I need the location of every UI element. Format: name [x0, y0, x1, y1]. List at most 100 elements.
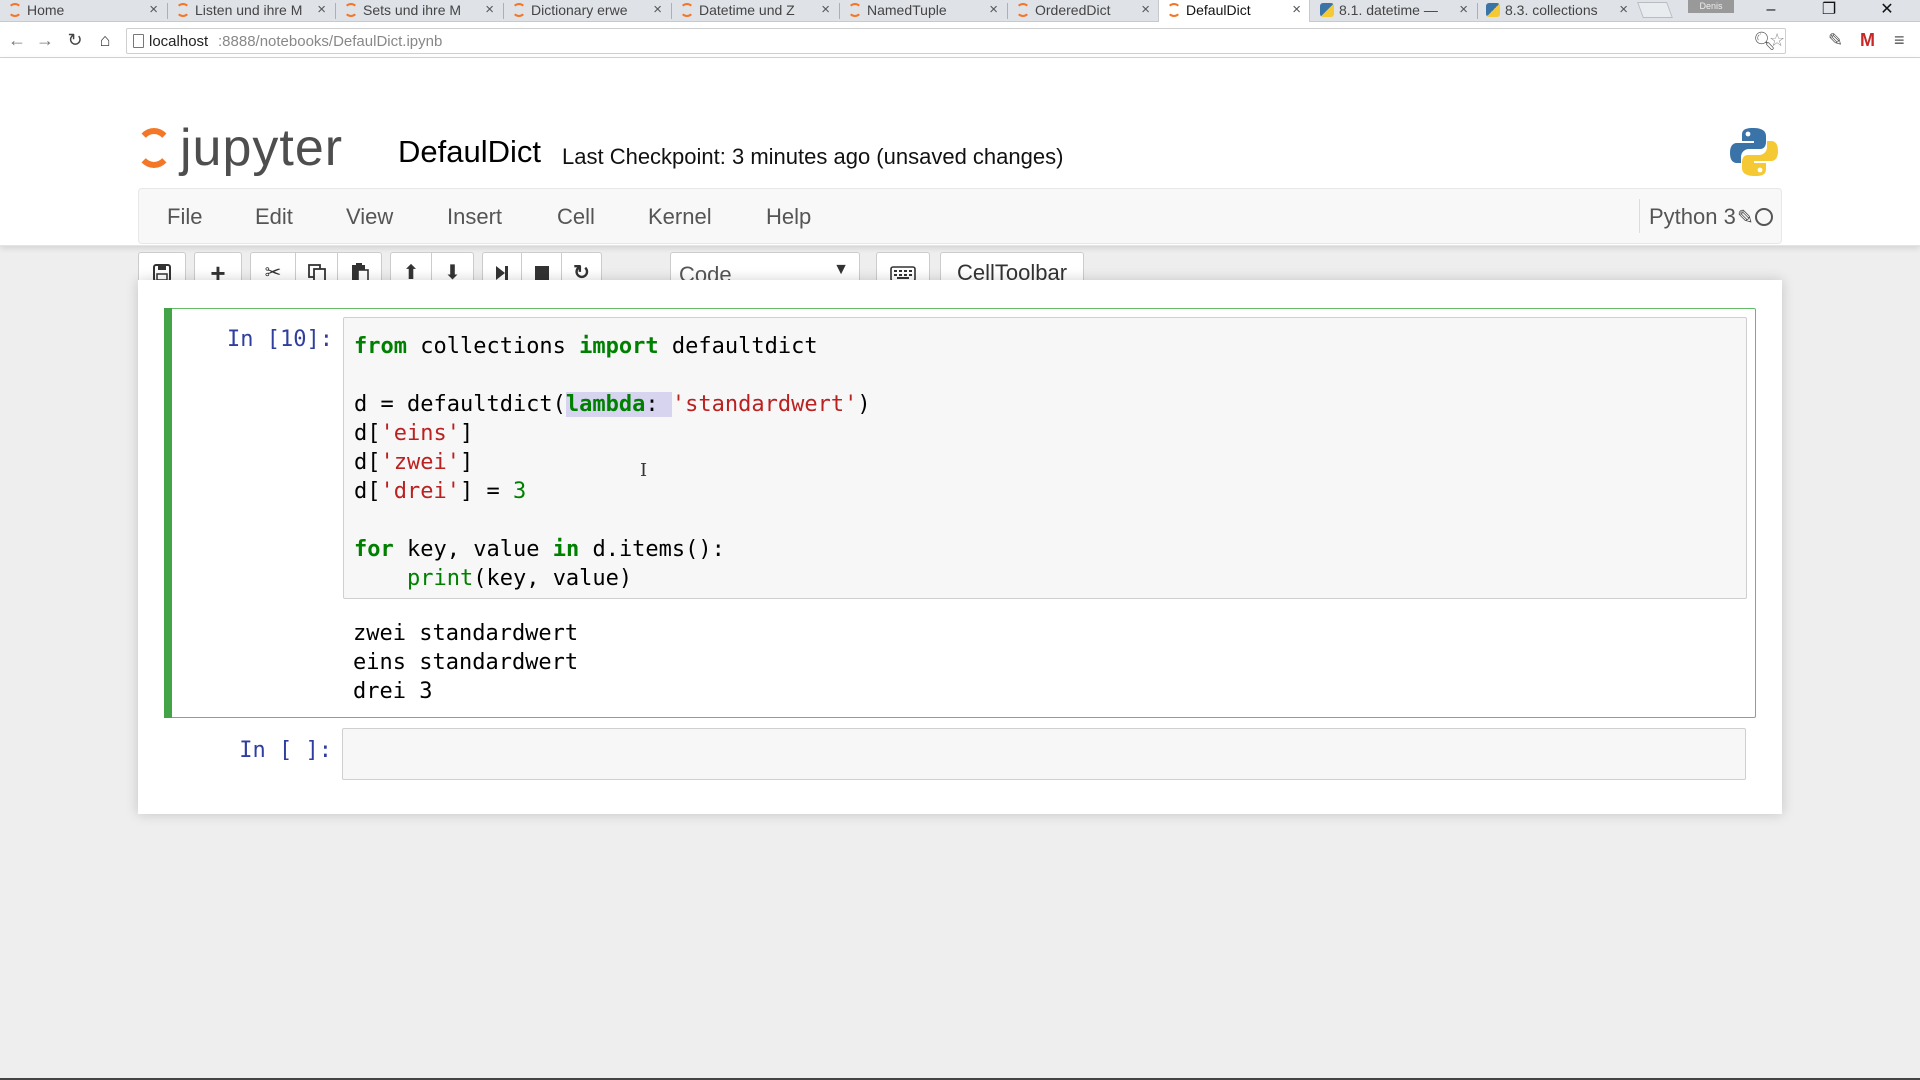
- page-icon: [133, 34, 144, 48]
- python-icon: [1320, 3, 1334, 17]
- browser-tab-strip: Home × Listen und ihre M × Sets und ihre…: [0, 0, 1920, 22]
- close-icon[interactable]: ×: [149, 1, 158, 18]
- profile-badge[interactable]: Denis: [1688, 0, 1734, 13]
- browser-tab-sets[interactable]: Sets und ihre M ×: [336, 0, 502, 22]
- tab-title: Listen und ihre M: [195, 2, 303, 18]
- tab-title: DefaulDict: [1186, 2, 1251, 18]
- close-icon[interactable]: ×: [317, 1, 326, 18]
- tab-title: OrderedDict: [1035, 2, 1111, 18]
- code-string: 'drei': [380, 479, 460, 504]
- browser-tab-datetime[interactable]: Datetime und Z ×: [672, 0, 838, 22]
- close-window-icon[interactable]: ✕: [1864, 0, 1910, 22]
- code-cell-empty[interactable]: In [ ]:: [164, 726, 1756, 782]
- browser-tab-home[interactable]: Home ×: [0, 0, 166, 22]
- gmail-icon[interactable]: M: [1860, 30, 1875, 51]
- stop-icon: [534, 266, 549, 280]
- jupyter-icon: [1016, 3, 1030, 17]
- browser-tab-namedtuple[interactable]: NamedTuple ×: [840, 0, 1006, 22]
- browser-tab-ordereddict[interactable]: OrderedDict ×: [1008, 0, 1158, 22]
- checkpoint-status: Last Checkpoint: 3 minutes ago (unsaved …: [562, 144, 1064, 169]
- home-icon[interactable]: ⌂: [94, 28, 116, 52]
- jupyter-icon: [8, 3, 22, 17]
- browser-tab-collections-docs[interactable]: 8.3. collections ×: [1478, 0, 1636, 22]
- jupyter-icon: [344, 3, 358, 17]
- menu-bar: File Edit View Insert Cell Kernel Help ✎…: [138, 188, 1782, 244]
- jupyter-icon: [848, 3, 862, 17]
- menu-view[interactable]: View: [346, 204, 393, 230]
- code-keyword: for: [354, 537, 394, 562]
- code-keyword: in: [552, 537, 580, 562]
- tab-title: Sets und ihre M: [363, 2, 462, 18]
- code-editor[interactable]: from collections import defaultdict d = …: [343, 317, 1747, 599]
- code-builtin: print: [406, 566, 474, 591]
- jupyter-icon: [176, 3, 190, 17]
- python-icon: [1486, 3, 1500, 17]
- code-selection: lambda:: [565, 392, 672, 417]
- jupyter-wordmark: jupyter: [180, 119, 344, 177]
- menu-icon[interactable]: ≡: [1894, 30, 1905, 51]
- close-icon[interactable]: ×: [653, 1, 662, 18]
- forward-icon[interactable]: →: [34, 28, 56, 52]
- code-text: from collections import defaultdict d = …: [354, 334, 871, 591]
- notebook-name[interactable]: DefaulDict: [398, 134, 541, 170]
- jupyter-icon: [512, 3, 526, 17]
- url-path: :8888/notebooks/DefaulDict.ipynb: [218, 33, 443, 50]
- close-icon[interactable]: ×: [1619, 1, 1628, 18]
- input-prompt: In [ ]:: [239, 738, 332, 763]
- menu-edit[interactable]: Edit: [255, 204, 293, 230]
- close-icon[interactable]: ×: [485, 1, 494, 18]
- new-tab-button[interactable]: [1637, 2, 1673, 18]
- code-cell-selected[interactable]: In [10]: from collections import default…: [164, 308, 1756, 718]
- browser-tab-listen[interactable]: Listen und ihre M ×: [168, 0, 334, 22]
- chevron-down-icon: ▼: [833, 261, 849, 278]
- code-number: 3: [512, 479, 527, 504]
- tab-title: 8.3. collections: [1505, 2, 1598, 18]
- minimize-icon[interactable]: –: [1748, 0, 1794, 22]
- kernel-name: Python 3: [1649, 204, 1736, 229]
- tab-title: Dictionary erwe: [531, 2, 628, 18]
- back-icon[interactable]: ←: [6, 28, 28, 52]
- browser-tab-dictionary[interactable]: Dictionary erwe ×: [504, 0, 670, 22]
- code-string: 'standardwert': [671, 392, 858, 417]
- divider: [1639, 199, 1640, 233]
- reload-icon[interactable]: ↻: [64, 28, 86, 52]
- output-line: drei 3: [353, 679, 433, 704]
- tab-title: Home: [27, 2, 65, 18]
- restore-icon[interactable]: ❐: [1806, 0, 1852, 22]
- cell-selection-bar: [164, 308, 172, 718]
- extension-icon[interactable]: ✎: [1828, 30, 1843, 51]
- address-bar-row: ← → ↻ ⌂ localhost :8888/notebooks/Defaul…: [0, 22, 1920, 58]
- menu-file[interactable]: File: [167, 204, 202, 230]
- menu-cell[interactable]: Cell: [557, 204, 595, 230]
- jupyter-logo[interactable]: jupyter: [136, 118, 376, 178]
- url-field[interactable]: localhost :8888/notebooks/DefaulDict.ipy…: [126, 28, 1786, 54]
- output-line: zwei standardwert: [353, 621, 579, 646]
- notebook-container: In [10]: from collections import default…: [138, 280, 1782, 814]
- code-editor[interactable]: [342, 728, 1746, 780]
- menu-help[interactable]: Help: [766, 204, 811, 230]
- jupyter-swirl-icon: [136, 128, 172, 168]
- edit-mode-pencil-icon: ✎: [1737, 207, 1754, 229]
- input-prompt: In [10]:: [227, 327, 333, 352]
- close-icon[interactable]: ×: [1459, 1, 1468, 18]
- tab-title: NamedTuple: [867, 2, 947, 18]
- code-string: 'zwei': [380, 450, 460, 475]
- close-icon[interactable]: ×: [1292, 1, 1301, 18]
- jupyter-icon: [680, 3, 694, 17]
- close-icon[interactable]: ×: [989, 1, 998, 18]
- url-host: localhost: [149, 33, 209, 50]
- menu-kernel[interactable]: Kernel: [648, 204, 712, 230]
- code-keyword: from: [354, 334, 407, 359]
- tab-title: 8.1. datetime —: [1339, 2, 1438, 18]
- code-keyword: import: [579, 334, 659, 359]
- browser-tab-defauldict[interactable]: DefaulDict ×: [1158, 0, 1310, 22]
- close-icon[interactable]: ×: [821, 1, 830, 18]
- close-icon[interactable]: ×: [1141, 1, 1150, 18]
- code-string: 'eins': [380, 421, 460, 446]
- menu-insert[interactable]: Insert: [447, 204, 502, 230]
- kernel-idle-indicator-icon: [1755, 208, 1773, 226]
- tab-title: Datetime und Z: [699, 2, 795, 18]
- bookmark-star-icon[interactable]: ☆: [1769, 30, 1785, 51]
- browser-tab-datetime-docs[interactable]: 8.1. datetime — ×: [1312, 0, 1476, 22]
- output-line: eins standardwert: [353, 650, 579, 675]
